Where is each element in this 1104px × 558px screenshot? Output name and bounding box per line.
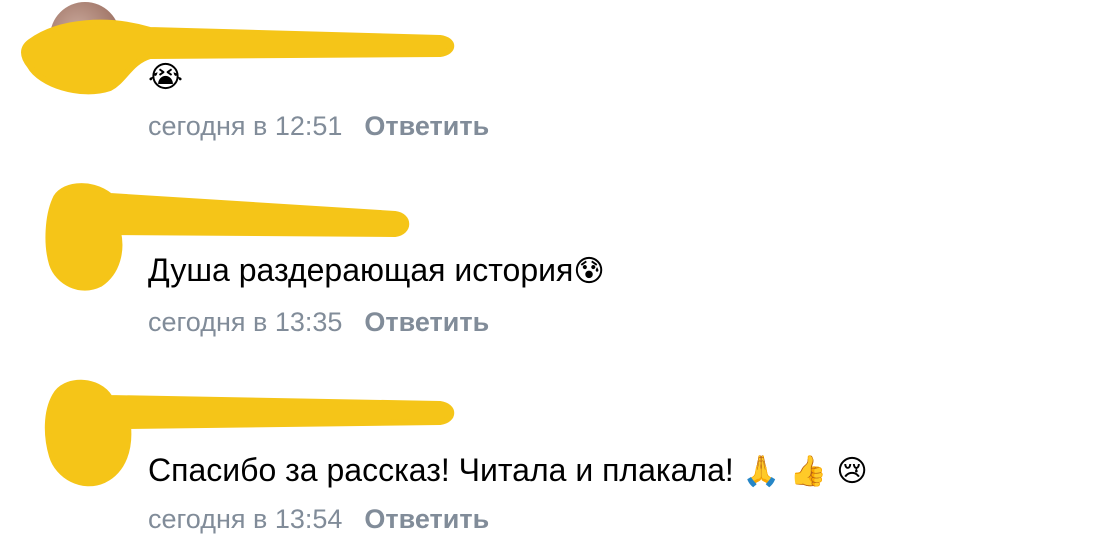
comment-text: Душа раздерающая история😰 bbox=[148, 250, 605, 292]
comment-meta: сегодня в 13:35 Ответить bbox=[148, 306, 489, 338]
comment-meta: сегодня в 12:51 Ответить bbox=[148, 110, 489, 142]
comment-timestamp[interactable]: сегодня в 13:54 bbox=[148, 504, 342, 534]
comment-text: Спасибо за рассказ! Читала и плакала! 🙏 … bbox=[148, 450, 868, 492]
reply-button[interactable]: Ответить bbox=[364, 307, 489, 337]
avatar[interactable] bbox=[50, 198, 120, 268]
avatar[interactable] bbox=[50, 2, 120, 72]
anxious-face-with-sweat-emoji-icon: 😰 bbox=[573, 254, 605, 289]
reaction-emojis-icon: 🙏 👍 😢 bbox=[742, 454, 868, 489]
comment-message: Душа раздерающая история bbox=[148, 252, 574, 288]
avatar[interactable] bbox=[50, 392, 120, 462]
comment-timestamp[interactable]: сегодня в 13:35 bbox=[148, 307, 342, 337]
reply-button[interactable]: Ответить bbox=[364, 504, 489, 534]
comment-meta: сегодня в 13:54 Ответить bbox=[148, 503, 489, 535]
comment-timestamp[interactable]: сегодня в 12:51 bbox=[148, 111, 342, 141]
comment-message: Спасибо за рассказ! Читала и плакала! bbox=[148, 452, 734, 488]
reply-button[interactable]: Ответить bbox=[364, 111, 489, 141]
online-badge-icon bbox=[372, 210, 386, 224]
loudly-crying-face-emoji-icon: 😭 bbox=[148, 60, 184, 95]
comment-text: 😭 bbox=[148, 56, 183, 98]
